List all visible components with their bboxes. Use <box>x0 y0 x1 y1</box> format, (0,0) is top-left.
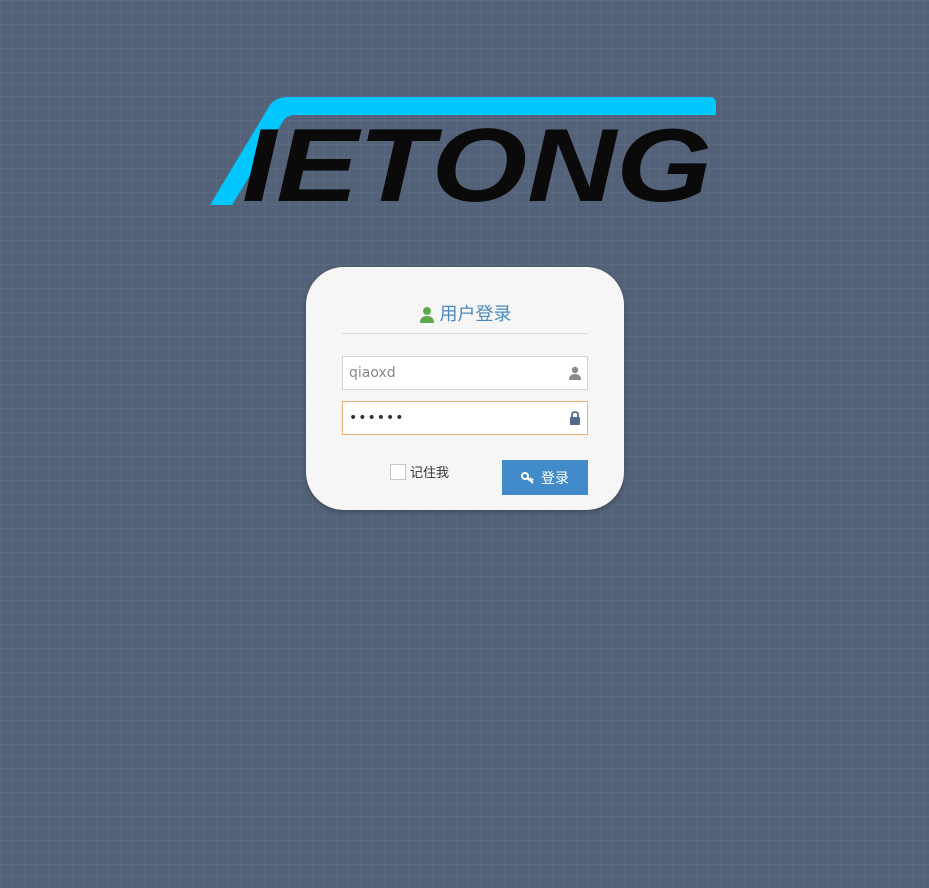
remember-me[interactable]: 记住我 <box>390 462 449 481</box>
remember-me-checkbox[interactable] <box>390 463 406 480</box>
user-icon <box>569 366 581 380</box>
login-panel: 用户登录 记住我 登录 <box>306 267 624 510</box>
login-title: 用户登录 <box>439 304 512 325</box>
remember-me-label: 记住我 <box>410 466 450 481</box>
key-icon <box>521 471 534 484</box>
username-input[interactable] <box>343 357 565 389</box>
password-field-wrapper <box>342 401 588 435</box>
user-icon <box>419 307 434 323</box>
brand-logo-graphic: IETONG <box>210 97 716 207</box>
login-button[interactable]: 登录 <box>502 460 588 495</box>
password-input[interactable] <box>343 402 565 434</box>
username-field-wrapper <box>342 356 588 390</box>
lock-icon <box>570 411 580 425</box>
login-button-label: 登录 <box>541 470 569 487</box>
login-header: 用户登录 <box>342 303 588 334</box>
brand-logo: IETONG <box>210 97 716 207</box>
brand-logo-text: IETONG <box>242 108 712 207</box>
